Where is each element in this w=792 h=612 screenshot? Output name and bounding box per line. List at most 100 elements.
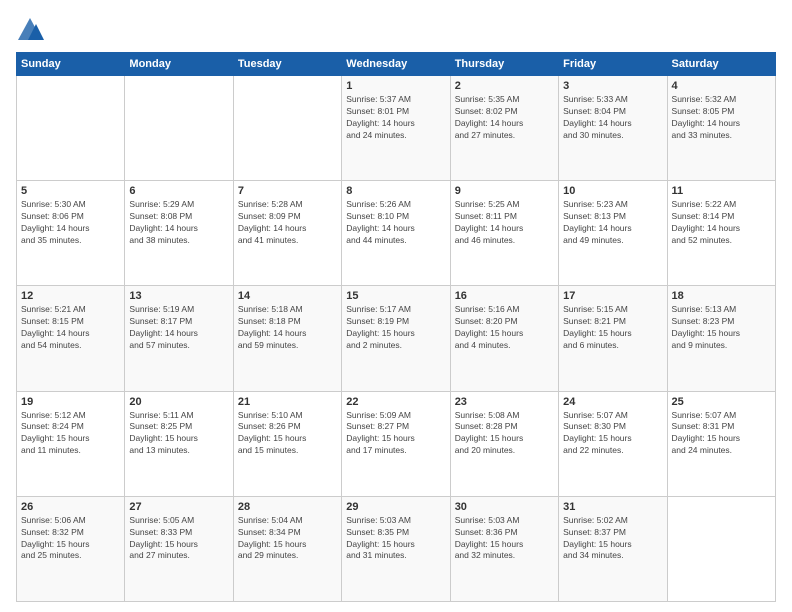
calendar-table: SundayMondayTuesdayWednesdayThursdayFrid… <box>16 52 776 602</box>
day-cell-28: 28 Sunrise: 5:04 AM Sunset: 8:34 PM Dayli… <box>233 496 341 601</box>
day-cell-26: 26 Sunrise: 5:06 AM Sunset: 8:32 PM Dayli… <box>17 496 125 601</box>
day-number: 25 <box>672 396 771 408</box>
day-number: 7 <box>238 185 337 197</box>
day-info: Sunrise: 5:18 AM Sunset: 8:18 PM Dayligh… <box>238 304 337 352</box>
day-info: Sunrise: 5:11 AM Sunset: 8:25 PM Dayligh… <box>129 410 228 458</box>
day-info: Sunrise: 5:08 AM Sunset: 8:28 PM Dayligh… <box>455 410 554 458</box>
header-day-sunday: Sunday <box>17 53 125 76</box>
day-cell-11: 11 Sunrise: 5:22 AM Sunset: 8:14 PM Dayli… <box>667 181 775 286</box>
day-info: Sunrise: 5:07 AM Sunset: 8:30 PM Dayligh… <box>563 410 662 458</box>
day-number: 22 <box>346 396 445 408</box>
day-number: 4 <box>672 80 771 92</box>
day-cell-2: 2 Sunrise: 5:35 AM Sunset: 8:02 PM Daylig… <box>450 76 558 181</box>
day-number: 21 <box>238 396 337 408</box>
day-cell-5: 5 Sunrise: 5:30 AM Sunset: 8:06 PM Daylig… <box>17 181 125 286</box>
day-number: 28 <box>238 501 337 513</box>
day-info: Sunrise: 5:30 AM Sunset: 8:06 PM Dayligh… <box>21 199 120 247</box>
day-info: Sunrise: 5:02 AM Sunset: 8:37 PM Dayligh… <box>563 515 662 563</box>
day-cell-19: 19Sunrise: 5:12 AM Sunset: 8:24 PM Dayli… <box>17 391 125 496</box>
day-info: Sunrise: 5:22 AM Sunset: 8:14 PM Dayligh… <box>672 199 771 247</box>
header <box>16 16 776 44</box>
day-cell-empty <box>667 496 775 601</box>
day-info: Sunrise: 5:06 AM Sunset: 8:32 PM Dayligh… <box>21 515 120 563</box>
logo-icon <box>16 16 44 44</box>
day-cell-22: 22 Sunrise: 5:09 AM Sunset: 8:27 PM Dayli… <box>342 391 450 496</box>
day-info: Sunrise: 5:33 AM Sunset: 8:04 PM Dayligh… <box>563 94 662 142</box>
day-info: Sunrise: 5:17 AM Sunset: 8:19 PM Dayligh… <box>346 304 445 352</box>
week-row-1: 5 Sunrise: 5:30 AM Sunset: 8:06 PM Daylig… <box>17 181 776 286</box>
day-cell-3: 3 Sunrise: 5:33 AM Sunset: 8:04 PM Daylig… <box>559 76 667 181</box>
day-number: 23 <box>455 396 554 408</box>
day-number: 24 <box>563 396 662 408</box>
day-info: Sunrise: 5:35 AM Sunset: 8:02 PM Dayligh… <box>455 94 554 142</box>
day-cell-24: 24 Sunrise: 5:07 AM Sunset: 8:30 PM Dayli… <box>559 391 667 496</box>
day-number: 5 <box>21 185 120 197</box>
day-cell-8: 8Sunrise: 5:26 AM Sunset: 8:10 PM Daylig… <box>342 181 450 286</box>
day-cell-21: 21 Sunrise: 5:10 AM Sunset: 8:26 PM Dayli… <box>233 391 341 496</box>
day-cell-6: 6 Sunrise: 5:29 AM Sunset: 8:08 PM Daylig… <box>125 181 233 286</box>
day-number: 27 <box>129 501 228 513</box>
day-number: 20 <box>129 396 228 408</box>
day-cell-1: 1Sunrise: 5:37 AM Sunset: 8:01 PM Daylig… <box>342 76 450 181</box>
day-info: Sunrise: 5:21 AM Sunset: 8:15 PM Dayligh… <box>21 304 120 352</box>
day-cell-empty <box>233 76 341 181</box>
day-number: 12 <box>21 290 120 302</box>
day-cell-9: 9Sunrise: 5:25 AM Sunset: 8:11 PM Daylig… <box>450 181 558 286</box>
day-info: Sunrise: 5:13 AM Sunset: 8:23 PM Dayligh… <box>672 304 771 352</box>
day-cell-30: 30 Sunrise: 5:03 AM Sunset: 8:36 PM Dayli… <box>450 496 558 601</box>
day-info: Sunrise: 5:04 AM Sunset: 8:34 PM Dayligh… <box>238 515 337 563</box>
day-number: 8 <box>346 185 445 197</box>
day-info: Sunrise: 5:16 AM Sunset: 8:20 PM Dayligh… <box>455 304 554 352</box>
day-number: 2 <box>455 80 554 92</box>
day-cell-empty <box>125 76 233 181</box>
day-info: Sunrise: 5:09 AM Sunset: 8:27 PM Dayligh… <box>346 410 445 458</box>
week-row-2: 12 Sunrise: 5:21 AM Sunset: 8:15 PM Dayli… <box>17 286 776 391</box>
header-day-tuesday: Tuesday <box>233 53 341 76</box>
day-number: 18 <box>672 290 771 302</box>
header-day-monday: Monday <box>125 53 233 76</box>
day-info: Sunrise: 5:28 AM Sunset: 8:09 PM Dayligh… <box>238 199 337 247</box>
day-number: 1 <box>346 80 445 92</box>
week-row-4: 26 Sunrise: 5:06 AM Sunset: 8:32 PM Dayli… <box>17 496 776 601</box>
day-info: Sunrise: 5:10 AM Sunset: 8:26 PM Dayligh… <box>238 410 337 458</box>
day-cell-15: 15 Sunrise: 5:17 AM Sunset: 8:19 PM Dayli… <box>342 286 450 391</box>
week-row-0: 1Sunrise: 5:37 AM Sunset: 8:01 PM Daylig… <box>17 76 776 181</box>
day-info: Sunrise: 5:29 AM Sunset: 8:08 PM Dayligh… <box>129 199 228 247</box>
header-day-saturday: Saturday <box>667 53 775 76</box>
day-number: 3 <box>563 80 662 92</box>
day-info: Sunrise: 5:32 AM Sunset: 8:05 PM Dayligh… <box>672 94 771 142</box>
day-number: 13 <box>129 290 228 302</box>
day-number: 11 <box>672 185 771 197</box>
day-number: 15 <box>346 290 445 302</box>
day-number: 30 <box>455 501 554 513</box>
day-number: 16 <box>455 290 554 302</box>
day-cell-16: 16 Sunrise: 5:16 AM Sunset: 8:20 PM Dayli… <box>450 286 558 391</box>
day-info: Sunrise: 5:23 AM Sunset: 8:13 PM Dayligh… <box>563 199 662 247</box>
day-cell-20: 20 Sunrise: 5:11 AM Sunset: 8:25 PM Dayli… <box>125 391 233 496</box>
day-cell-4: 4 Sunrise: 5:32 AM Sunset: 8:05 PM Daylig… <box>667 76 775 181</box>
day-cell-empty <box>17 76 125 181</box>
day-cell-25: 25Sunrise: 5:07 AM Sunset: 8:31 PM Dayli… <box>667 391 775 496</box>
day-info: Sunrise: 5:12 AM Sunset: 8:24 PM Dayligh… <box>21 410 120 458</box>
day-number: 6 <box>129 185 228 197</box>
logo <box>16 16 48 44</box>
day-cell-27: 27Sunrise: 5:05 AM Sunset: 8:33 PM Dayli… <box>125 496 233 601</box>
day-cell-17: 17Sunrise: 5:15 AM Sunset: 8:21 PM Dayli… <box>559 286 667 391</box>
day-cell-31: 31Sunrise: 5:02 AM Sunset: 8:37 PM Dayli… <box>559 496 667 601</box>
day-cell-14: 14 Sunrise: 5:18 AM Sunset: 8:18 PM Dayli… <box>233 286 341 391</box>
day-number: 29 <box>346 501 445 513</box>
day-info: Sunrise: 5:15 AM Sunset: 8:21 PM Dayligh… <box>563 304 662 352</box>
day-number: 14 <box>238 290 337 302</box>
day-info: Sunrise: 5:03 AM Sunset: 8:35 PM Dayligh… <box>346 515 445 563</box>
day-number: 10 <box>563 185 662 197</box>
week-row-3: 19Sunrise: 5:12 AM Sunset: 8:24 PM Dayli… <box>17 391 776 496</box>
calendar-header: SundayMondayTuesdayWednesdayThursdayFrid… <box>17 53 776 76</box>
day-cell-18: 18 Sunrise: 5:13 AM Sunset: 8:23 PM Dayli… <box>667 286 775 391</box>
day-info: Sunrise: 5:19 AM Sunset: 8:17 PM Dayligh… <box>129 304 228 352</box>
day-cell-12: 12 Sunrise: 5:21 AM Sunset: 8:15 PM Dayli… <box>17 286 125 391</box>
day-number: 9 <box>455 185 554 197</box>
day-number: 26 <box>21 501 120 513</box>
day-cell-10: 10 Sunrise: 5:23 AM Sunset: 8:13 PM Dayli… <box>559 181 667 286</box>
day-cell-13: 13 Sunrise: 5:19 AM Sunset: 8:17 PM Dayli… <box>125 286 233 391</box>
day-info: Sunrise: 5:03 AM Sunset: 8:36 PM Dayligh… <box>455 515 554 563</box>
